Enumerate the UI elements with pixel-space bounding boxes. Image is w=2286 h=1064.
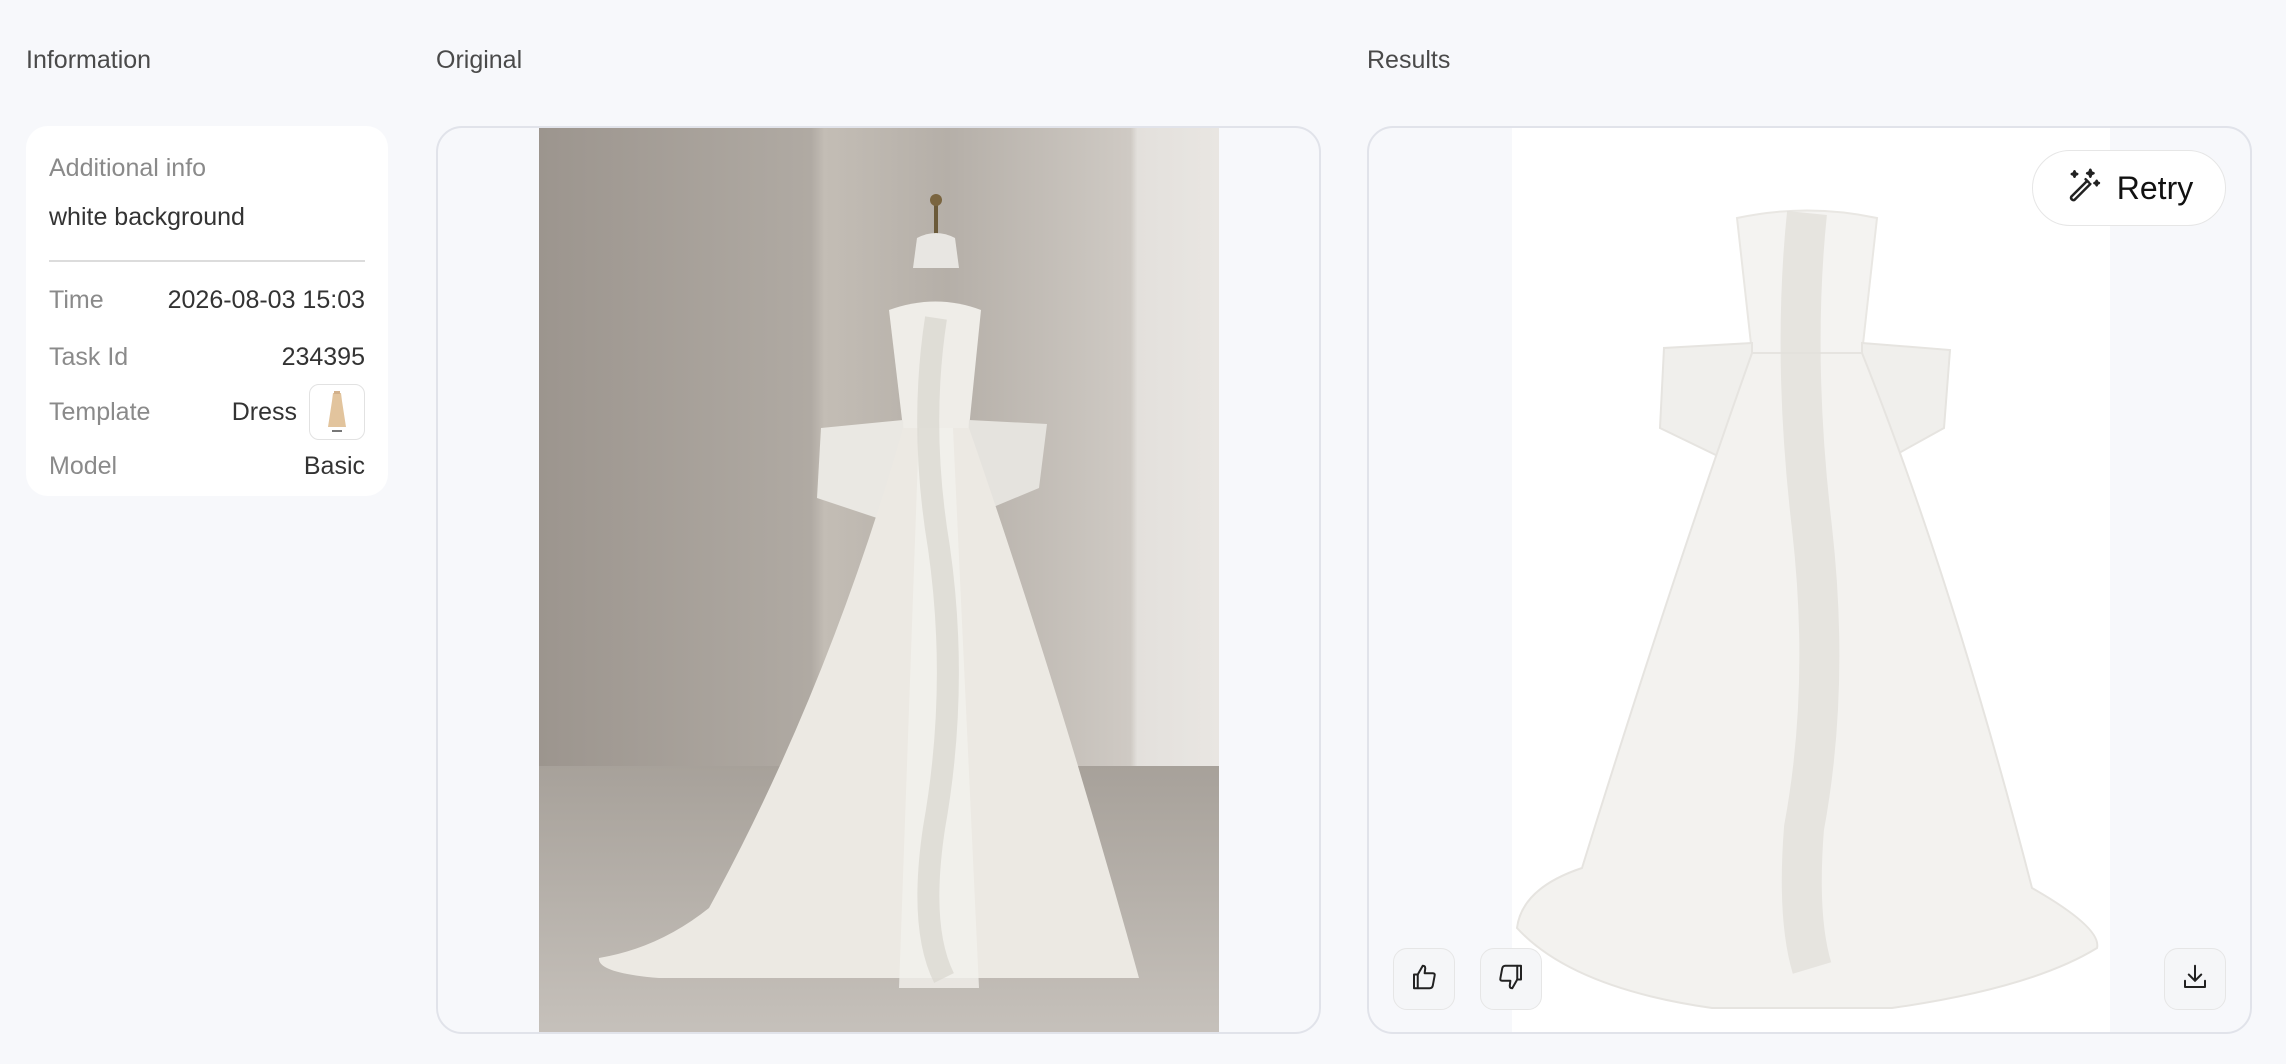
time-row: Time 2026-08-03 15:03 <box>49 286 365 315</box>
original-dress-image <box>539 128 1219 1032</box>
template-label: Template <box>49 397 151 426</box>
time-value: 2026-08-03 15:03 <box>167 286 365 314</box>
time-label: Time <box>49 286 104 314</box>
task-id-value: 234395 <box>281 343 365 371</box>
original-dress-figure <box>598 194 1139 988</box>
original-panel <box>436 126 1321 1034</box>
like-button[interactable] <box>1393 948 1455 1010</box>
thumbs-up-icon <box>1409 962 1439 997</box>
results-heading: Results <box>1367 46 1451 74</box>
magic-wand-icon <box>2065 165 2103 211</box>
model-value: Basic <box>303 452 365 480</box>
template-row: Template Dress <box>49 384 365 440</box>
template-value: Dress <box>231 397 297 426</box>
download-icon <box>2180 962 2210 997</box>
additional-info-value: white background <box>49 203 245 231</box>
result-dress-image <box>1512 128 2110 1032</box>
retry-label: Retry <box>2116 169 2194 206</box>
thumbs-down-icon <box>1496 962 1526 997</box>
dress-thumbnail-icon <box>328 391 346 432</box>
task-id-label: Task Id <box>49 343 129 371</box>
model-label: Model <box>49 452 118 480</box>
dislike-button[interactable] <box>1480 948 1542 1010</box>
information-card: Additional info white background Time 20… <box>26 126 388 496</box>
result-dress-figure <box>1515 209 2099 1009</box>
model-row: Model Basic <box>49 452 365 481</box>
results-panel: Retry <box>1367 126 2252 1034</box>
template-thumbnail[interactable] <box>309 384 365 440</box>
download-button[interactable] <box>2164 948 2226 1010</box>
template-value-group: Dress <box>232 384 365 440</box>
information-heading: Information <box>26 46 152 74</box>
additional-info-label: Additional info <box>49 154 207 182</box>
divider <box>49 260 365 262</box>
original-heading: Original <box>436 46 523 74</box>
task-id-row: Task Id 234395 <box>49 343 365 372</box>
retry-button[interactable]: Retry <box>2032 150 2226 226</box>
